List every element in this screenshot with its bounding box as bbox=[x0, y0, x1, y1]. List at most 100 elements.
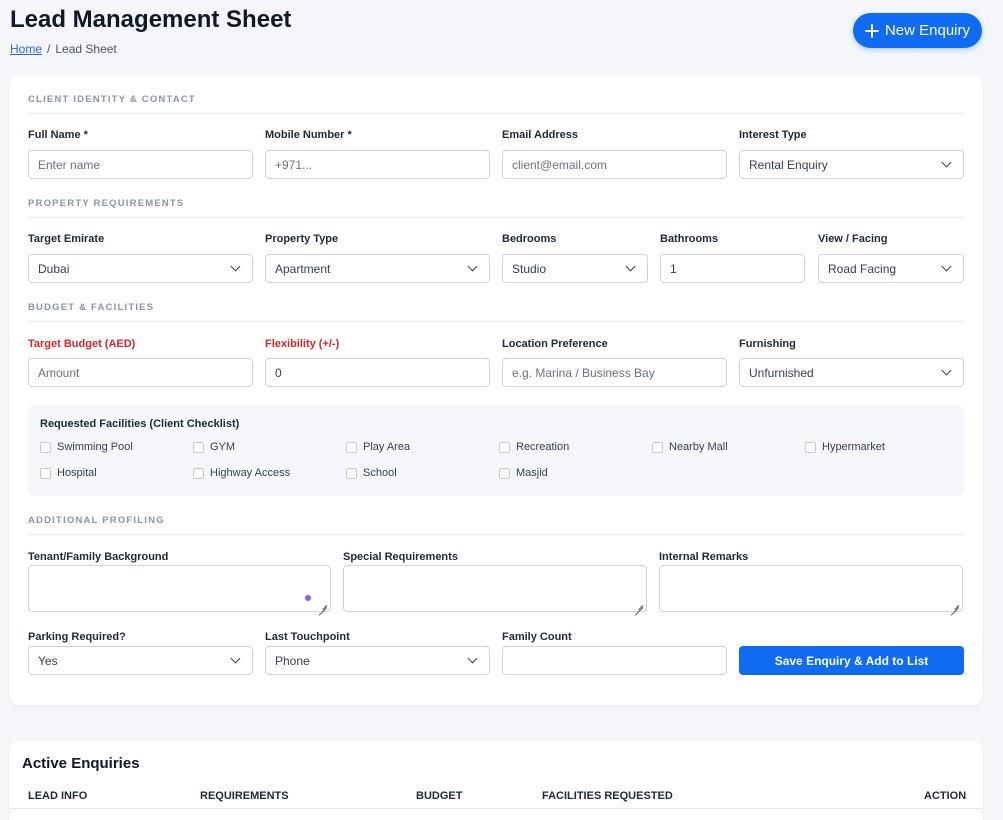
view-facing-label: View / Facing bbox=[818, 233, 888, 245]
breadcrumb-home-link[interactable]: Home bbox=[10, 42, 42, 56]
resize-handle-icon[interactable] bbox=[634, 599, 643, 608]
facility-label: GYM bbox=[210, 441, 236, 453]
furnishing-label: Furnishing bbox=[739, 338, 796, 350]
property-type-value: Apartment bbox=[275, 261, 331, 276]
email-label: Email Address bbox=[502, 129, 579, 141]
background-label: Tenant/Family Background bbox=[28, 551, 169, 563]
special-requirements-label: Special Requirements bbox=[343, 551, 458, 563]
view-facing-select[interactable]: Road Facing bbox=[818, 254, 964, 283]
table-title: Active Enquiries bbox=[22, 755, 140, 772]
email-input[interactable]: client@email.com bbox=[502, 150, 727, 179]
plus-icon bbox=[864, 23, 879, 38]
checkbox[interactable] bbox=[499, 441, 510, 453]
column-header: FACILITIES REQUESTED bbox=[542, 790, 673, 802]
property-type-label: Property Type bbox=[265, 233, 339, 245]
facility-label: Hypermarket bbox=[822, 441, 885, 453]
facilities-checklist: Requested Facilities (Client Checklist) … bbox=[28, 405, 964, 496]
emirate-label: Target Emirate bbox=[28, 233, 105, 245]
special-requirements-textarea[interactable] bbox=[343, 565, 647, 612]
section-client-identity: CLIENT IDENTITY & CONTACT bbox=[28, 94, 964, 114]
interest-type-select[interactable]: Rental Enquiry bbox=[739, 150, 964, 179]
location-label: Location Preference bbox=[502, 338, 608, 350]
checkbox[interactable] bbox=[40, 467, 51, 479]
facility-play-area[interactable]: Play Area bbox=[346, 441, 410, 453]
touchpoint-value: Phone bbox=[275, 653, 310, 668]
facility-hospital[interactable]: Hospital bbox=[40, 467, 97, 479]
flexibility-label: Flexibility (+/-) bbox=[265, 338, 340, 350]
facility-label: Highway Access bbox=[210, 467, 291, 479]
furnishing-select[interactable]: Unfurnished bbox=[739, 358, 964, 387]
flexibility-input[interactable]: 0 bbox=[265, 358, 490, 387]
property-type-select[interactable]: Apartment bbox=[265, 254, 490, 283]
facility-hypermarket[interactable]: Hypermarket bbox=[805, 441, 885, 453]
facility-nearby-mall[interactable]: Nearby Mall bbox=[652, 441, 728, 453]
lead-form-card: CLIENT IDENTITY & CONTACT Full Name * En… bbox=[10, 75, 982, 705]
location-input[interactable]: e.g. Marina / Business Bay bbox=[502, 358, 727, 387]
status-dot bbox=[305, 595, 311, 601]
checkbox[interactable] bbox=[805, 441, 816, 453]
emirate-select[interactable]: Dubai bbox=[28, 254, 253, 283]
full-name-input[interactable]: Enter name bbox=[28, 150, 253, 179]
checkbox[interactable] bbox=[193, 467, 204, 479]
column-header: ACTION bbox=[924, 790, 967, 802]
bedrooms-label: Bedrooms bbox=[502, 233, 557, 245]
checkbox[interactable] bbox=[346, 467, 357, 479]
parking-label: Parking Required? bbox=[28, 631, 126, 643]
furnishing-value: Unfurnished bbox=[749, 365, 814, 380]
internal-remarks-label: Internal Remarks bbox=[659, 551, 749, 563]
chevron-down-icon bbox=[230, 261, 241, 272]
section-property-requirements: PROPERTY REQUIREMENTS bbox=[28, 198, 964, 218]
target-budget-input[interactable]: Amount bbox=[28, 358, 253, 387]
chevron-down-icon bbox=[467, 261, 478, 272]
save-enquiry-button[interactable]: Save Enquiry & Add to List bbox=[739, 646, 964, 675]
facility-school[interactable]: School bbox=[346, 467, 397, 479]
emirate-value: Dubai bbox=[38, 261, 70, 276]
background-textarea[interactable] bbox=[28, 565, 331, 612]
interest-type-value: Rental Enquiry bbox=[749, 157, 828, 172]
facility-recreation[interactable]: Recreation bbox=[499, 441, 569, 453]
page-title: Lead Management Sheet bbox=[10, 6, 292, 33]
chevron-down-icon bbox=[625, 261, 636, 272]
active-enquiries-card: Active Enquiries LEAD INFO REQUIREMENTS … bbox=[10, 741, 982, 820]
touchpoint-select[interactable]: Phone bbox=[265, 646, 490, 675]
resize-handle-icon[interactable] bbox=[950, 599, 959, 608]
interest-type-label: Interest Type bbox=[739, 129, 807, 141]
facility-label: Nearby Mall bbox=[669, 441, 728, 453]
facility-label: School bbox=[363, 467, 397, 479]
checkbox[interactable] bbox=[40, 441, 51, 453]
parking-value: Yes bbox=[38, 653, 58, 668]
parking-select[interactable]: Yes bbox=[28, 646, 253, 675]
section-budget-facilities: BUDGET & FACILITIES bbox=[28, 302, 964, 322]
checkbox[interactable] bbox=[652, 441, 663, 453]
checkbox[interactable] bbox=[346, 441, 357, 453]
chevron-down-icon bbox=[941, 365, 952, 376]
target-budget-label: Target Budget (AED) bbox=[28, 338, 136, 350]
breadcrumb: Home / Lead Sheet bbox=[10, 42, 117, 56]
chevron-down-icon bbox=[230, 653, 241, 664]
chevron-down-icon bbox=[941, 157, 952, 168]
column-header: LEAD INFO bbox=[28, 790, 88, 802]
bedrooms-select[interactable]: Studio bbox=[502, 254, 648, 283]
family-count-input[interactable] bbox=[502, 646, 727, 675]
resize-handle-icon[interactable] bbox=[318, 599, 327, 608]
facility-label: Hospital bbox=[57, 467, 97, 479]
bathrooms-input[interactable]: 1 bbox=[660, 254, 805, 283]
checkbox[interactable] bbox=[193, 441, 204, 453]
facilities-title: Requested Facilities (Client Checklist) bbox=[40, 418, 240, 430]
facility-label: Masjid bbox=[516, 467, 548, 479]
new-enquiry-button[interactable]: New Enquiry bbox=[853, 13, 982, 48]
breadcrumb-separator: / bbox=[47, 42, 51, 56]
new-enquiry-label: New Enquiry bbox=[884, 22, 971, 39]
checkbox[interactable] bbox=[499, 467, 510, 479]
mobile-label: Mobile Number * bbox=[265, 129, 352, 141]
facility-label: Play Area bbox=[363, 441, 411, 453]
mobile-input[interactable]: +971... bbox=[265, 150, 490, 179]
internal-remarks-textarea[interactable] bbox=[659, 565, 963, 612]
facility-masjid[interactable]: Masjid bbox=[499, 467, 548, 479]
facility-swimming-pool[interactable]: Swimming Pool bbox=[40, 441, 133, 453]
family-count-label: Family Count bbox=[502, 631, 572, 643]
facility-gym[interactable]: GYM bbox=[193, 441, 235, 453]
view-facing-value: Road Facing bbox=[828, 261, 897, 276]
facility-label: Recreation bbox=[516, 441, 570, 453]
facility-highway-access[interactable]: Highway Access bbox=[193, 467, 290, 479]
